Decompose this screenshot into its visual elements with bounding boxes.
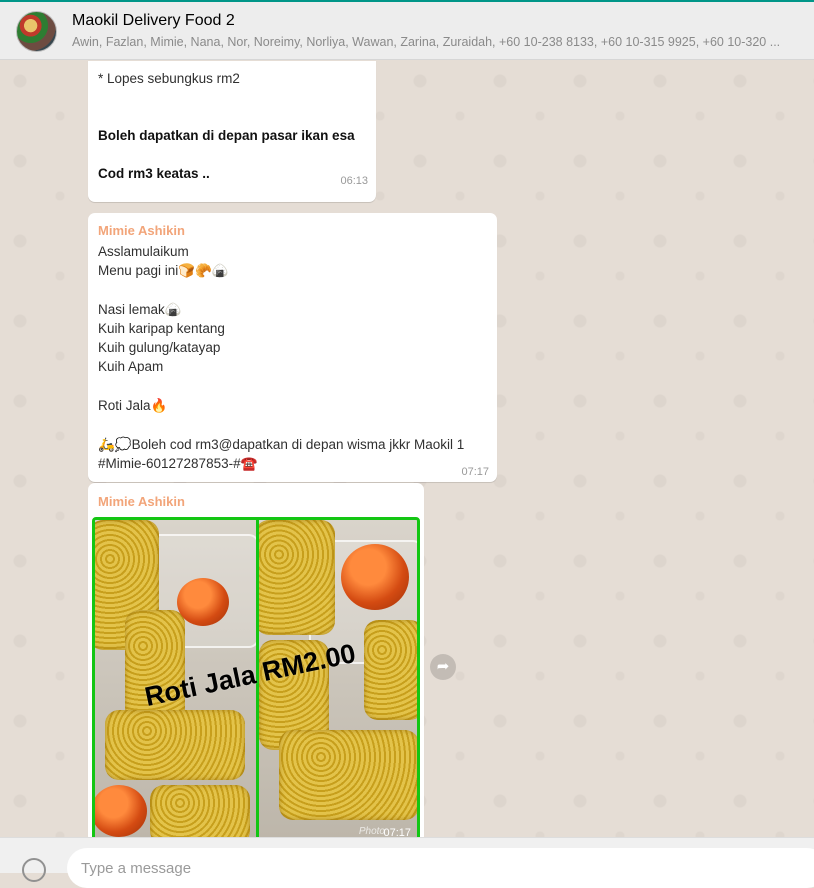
- message-list[interactable]: * Lopes sebungkus rm2 Boleh dapatkan di …: [0, 61, 814, 837]
- message-bubble[interactable]: Mimie Ashikin Asslamulaikum Menu pagi in…: [88, 213, 497, 482]
- sender-name[interactable]: Mimie Ashikin: [98, 494, 185, 509]
- roti-jala-roll: [279, 730, 417, 820]
- message-line: Menu pagi ini🍞🥐🍙: [98, 263, 229, 278]
- curry-packet: [177, 578, 229, 626]
- message-line: Kuih karipap kentang: [98, 321, 225, 336]
- sender-name[interactable]: Mimie Ashikin: [98, 223, 185, 238]
- message-bubble[interactable]: * Lopes sebungkus rm2 Boleh dapatkan di …: [88, 61, 376, 202]
- roti-jala-roll: [259, 520, 335, 635]
- photo-watermark: Photo: [358, 826, 385, 837]
- message-time: 07:17: [383, 827, 411, 837]
- message-input[interactable]: [67, 848, 814, 888]
- message-line: #Mimie-60127287853-#☎️: [98, 456, 258, 471]
- message-line: Roti Jala🔥: [98, 398, 168, 413]
- message-bubble[interactable]: Mimie Ashikin Roti Jala RM2.00 Photo 07:…: [88, 483, 424, 837]
- message-line: * Lopes sebungkus rm2: [98, 71, 240, 86]
- message-line: Kuih gulung/katayap: [98, 340, 221, 355]
- food-photo[interactable]: Roti Jala RM2.00 Photo 07:17: [92, 517, 420, 837]
- message-line: Kuih Apam: [98, 359, 164, 374]
- chat-header[interactable]: Maokil Delivery Food 2 Awin, Fazlan, Mim…: [0, 2, 814, 60]
- message-time: 06:13: [340, 175, 368, 187]
- message-line: Cod rm3 keatas ..: [98, 166, 210, 181]
- message-time: 07:17: [461, 466, 489, 478]
- composer-bar: [0, 837, 814, 888]
- message-line: Asslamulaikum: [98, 244, 189, 259]
- group-title[interactable]: Maokil Delivery Food 2: [72, 12, 235, 30]
- roti-jala-roll: [364, 620, 417, 720]
- message-line: Nasi lemak🍙: [98, 302, 182, 317]
- group-avatar[interactable]: [16, 11, 57, 52]
- message-line: 🛵💭Boleh cod rm3@dapatkan di depan wisma …: [98, 437, 465, 452]
- emoji-icon[interactable]: [22, 858, 46, 882]
- group-members: Awin, Fazlan, Mimie, Nana, Nor, Noreimy,…: [72, 35, 781, 49]
- forward-icon[interactable]: ➦: [430, 654, 456, 680]
- curry-packet: [95, 785, 147, 837]
- curry-packet: [341, 544, 409, 610]
- message-line: Boleh dapatkan di depan pasar ikan esa: [98, 128, 355, 143]
- roti-jala-roll: [105, 710, 245, 780]
- roti-jala-roll: [150, 785, 250, 837]
